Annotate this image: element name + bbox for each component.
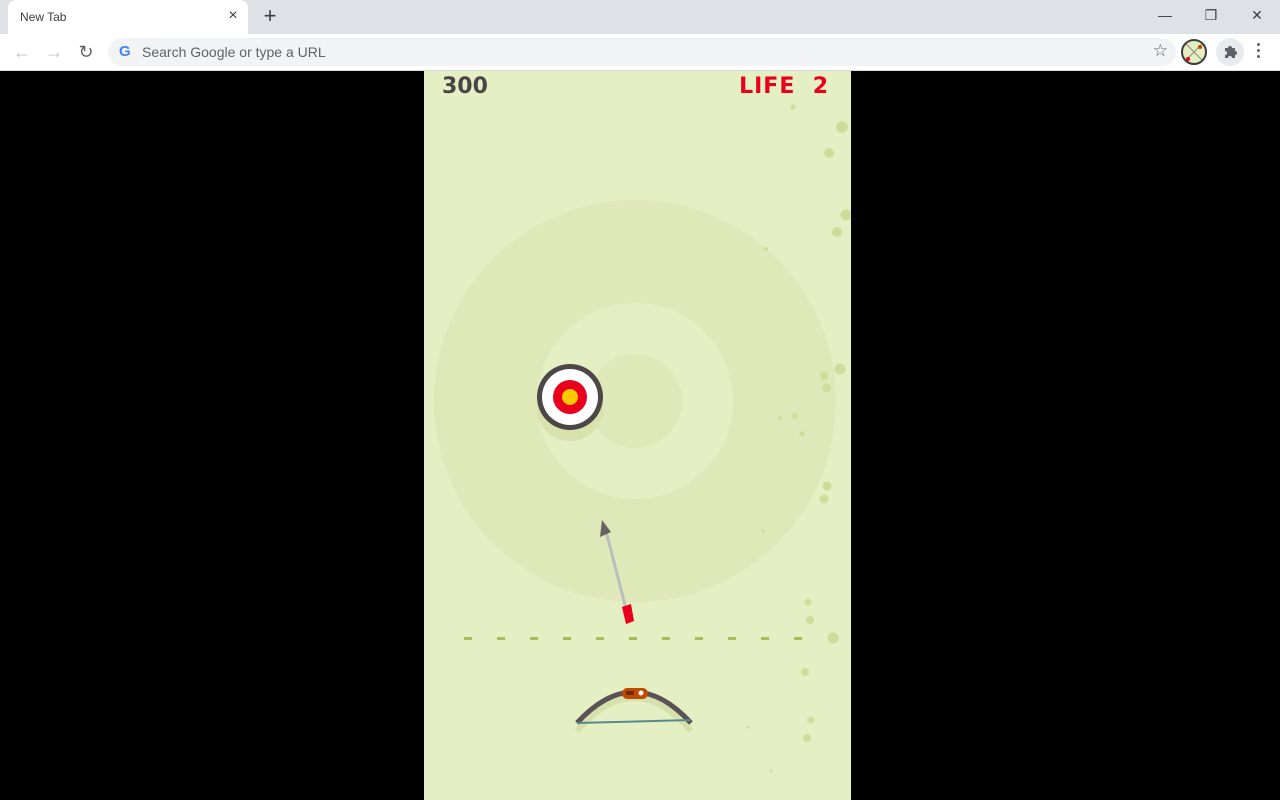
extensions-button[interactable] bbox=[1216, 38, 1244, 66]
life-display: LIFE 2 bbox=[739, 74, 829, 99]
bow-grip bbox=[622, 688, 648, 699]
arrow-fletching bbox=[622, 604, 634, 624]
new-tab-button[interactable]: + bbox=[258, 5, 282, 29]
forward-button[interactable]: → bbox=[41, 39, 67, 65]
shooting-line bbox=[464, 637, 802, 640]
puzzle-icon bbox=[1225, 46, 1237, 58]
reload-button[interactable]: ↻ bbox=[73, 39, 99, 65]
tab-new-tab[interactable]: New Tab × bbox=[8, 0, 248, 34]
life-label: LIFE bbox=[739, 74, 796, 99]
minimize-button[interactable]: — bbox=[1142, 0, 1188, 30]
game-field bbox=[434, 104, 851, 773]
address-input[interactable]: Search Google or type a URL bbox=[142, 44, 326, 60]
target-bullseye bbox=[562, 389, 578, 405]
google-icon: G bbox=[119, 43, 131, 60]
bookmark-star-icon[interactable]: ☆ bbox=[1153, 41, 1168, 61]
close-window-button[interactable]: ✕ bbox=[1234, 0, 1280, 30]
score-display: 300 bbox=[442, 74, 488, 99]
tab-title: New Tab bbox=[20, 10, 67, 24]
target bbox=[537, 364, 603, 441]
profile-avatar[interactable] bbox=[1181, 39, 1207, 65]
back-button[interactable]: ← bbox=[9, 39, 35, 65]
close-tab-icon[interactable]: × bbox=[224, 7, 242, 25]
tab-strip: New Tab × + — ❐ ✕ bbox=[0, 0, 1280, 34]
bow[interactable] bbox=[574, 688, 694, 733]
restore-button[interactable]: ❐ bbox=[1188, 0, 1234, 30]
bowstring bbox=[576, 719, 692, 724]
address-bar[interactable]: G Search Google or type a URL ☆ bbox=[108, 38, 1176, 66]
browser-toolbar: ← → ↻ G Search Google or type a URL ☆ bbox=[0, 34, 1280, 71]
game-canvas[interactable]: 300 LIFE 2 bbox=[424, 71, 851, 800]
browser-menu-button[interactable] bbox=[1250, 40, 1266, 64]
life-value: 2 bbox=[812, 74, 829, 99]
